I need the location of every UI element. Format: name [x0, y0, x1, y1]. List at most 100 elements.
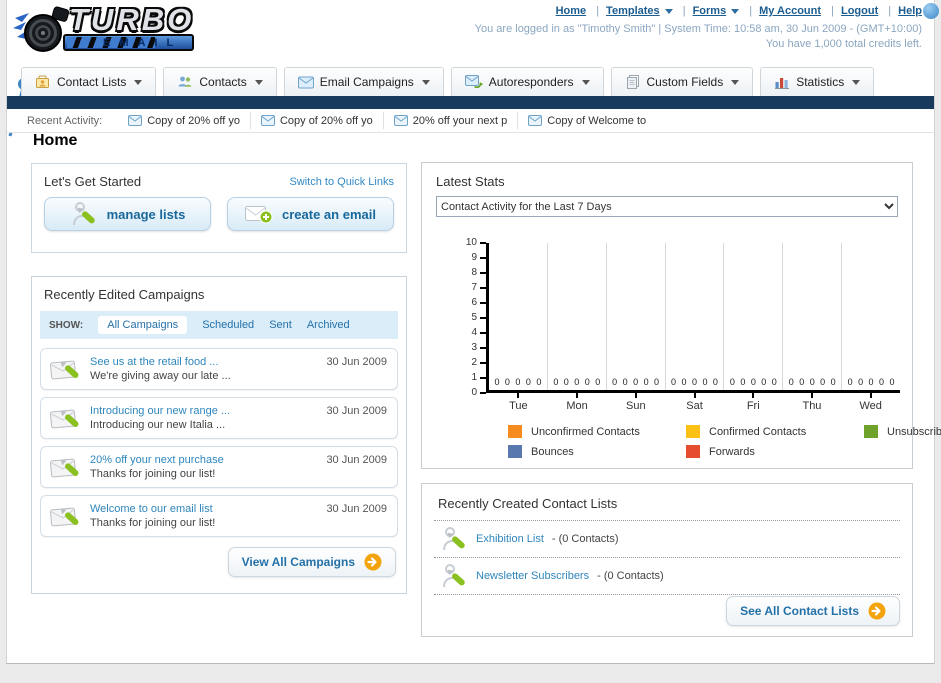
campaign-filter-tab[interactable]: Scheduled — [202, 319, 254, 331]
nav-tab[interactable]: Custom Fields — [610, 67, 754, 96]
y-axis: 10 9 8 7 6 5 4 3 2 1 0 — [460, 238, 487, 398]
chevron-down-icon — [731, 79, 740, 85]
legend-label: Forwards — [709, 445, 755, 458]
value-label: 0 — [750, 377, 756, 387]
arrow-circle-icon — [364, 553, 382, 571]
campaign-filter-tab[interactable]: Sent — [269, 319, 292, 331]
value-label: 0 — [654, 377, 660, 387]
show-label: SHOW: — [49, 319, 84, 331]
arrow-circle-icon — [868, 602, 886, 620]
header-link[interactable]: Templates — [589, 5, 673, 17]
contact-list-count: - (0 Contacts) — [551, 533, 619, 545]
contact-list-edit-icon — [440, 525, 468, 553]
value-label: 0 — [799, 377, 805, 387]
chart-group: 00000 — [842, 243, 900, 390]
value-label: 0 — [830, 377, 836, 387]
header-link[interactable]: My Account — [742, 5, 821, 17]
campaign-date: 30 Jun 2009 — [326, 405, 387, 417]
y-tick-label: 1 — [471, 372, 485, 383]
campaign-filter-bar: SHOW: All Campaigns Scheduled Sent Archi… — [40, 311, 398, 339]
y-tick-label: 7 — [471, 282, 485, 293]
help-bubble[interactable] — [923, 3, 939, 19]
y-tick-label: 5 — [471, 312, 485, 323]
value-label: 0 — [671, 377, 677, 387]
value-label: 0 — [595, 377, 601, 387]
chart-group: 00000 — [724, 243, 784, 390]
get-started-title: Let's Get Started — [44, 174, 142, 189]
contact-list-row[interactable]: Newsletter Subscribers - (0 Contacts) — [434, 558, 900, 595]
value-label: 0 — [681, 377, 687, 387]
campaign-filter-tab[interactable]: Archived — [307, 319, 350, 331]
view-all-campaigns-button[interactable]: View All Campaigns — [227, 547, 396, 577]
header-link[interactable]: Help — [881, 5, 922, 17]
value-label: 0 — [740, 377, 746, 387]
chart-group: 00000 — [489, 243, 548, 390]
manage-lists-button[interactable]: manage lists — [44, 197, 211, 231]
nav-tab[interactable]: Autoresponders — [450, 67, 604, 96]
campaign-row[interactable]: Introducing our new range ... Introducin… — [40, 397, 398, 439]
header-link[interactable]: Logout — [824, 5, 878, 17]
contact-list-row[interactable]: Exhibition List - (0 Contacts) — [434, 521, 900, 558]
stats-period-select[interactable]: Contact Activity for the Last 7 Days — [436, 196, 898, 217]
create-email-icon — [245, 204, 273, 224]
recent-activity-item[interactable]: Copy of 20% off yo — [249, 112, 383, 129]
value-label: 0 — [788, 377, 794, 387]
custom-fields-icon — [625, 74, 641, 90]
x-tick-label: Fri — [746, 400, 760, 412]
nav-tab[interactable]: Email Campaigns — [283, 67, 444, 96]
see-all-contact-lists-button[interactable]: See All Contact Lists — [726, 596, 900, 626]
campaign-row[interactable]: See us at the retail food ... We're givi… — [40, 348, 398, 390]
y-tick-label: 8 — [471, 267, 485, 278]
legend-label: Bounces — [531, 445, 574, 458]
campaign-edit-icon — [49, 501, 85, 531]
campaign-title-link[interactable]: Introducing our new range ... — [90, 404, 230, 418]
campaign-title-link[interactable]: 20% off your next purchase — [90, 453, 224, 467]
y-tick-label: 0 — [471, 387, 485, 398]
campaign-filter-tab[interactable]: All Campaigns — [98, 316, 188, 334]
turbo-email-logo[interactable]: TURBO EMAIL — [13, 2, 195, 56]
chevron-down-icon — [731, 9, 740, 14]
legend-label: Confirmed Contacts — [709, 425, 807, 438]
campaign-subtitle: Thanks for joining our list! — [90, 517, 216, 529]
manage-lists-icon — [70, 200, 98, 228]
recent-activity-item[interactable]: Copy of Welcome to — [517, 112, 656, 129]
campaign-date: 30 Jun 2009 — [326, 454, 387, 466]
x-tick-label: Mon — [566, 400, 588, 412]
x-tick-label: Sat — [686, 400, 703, 412]
nav-tab[interactable]: Contacts — [163, 67, 277, 96]
legend-swatch — [508, 445, 522, 458]
recent-activity-item[interactable]: 20% off your next p — [382, 112, 518, 129]
create-email-button[interactable]: create an email — [227, 197, 394, 231]
legend-item: Unconfirmed Contacts — [508, 425, 686, 438]
nav-tab[interactable]: Contact Lists — [21, 67, 157, 96]
value-label: 0 — [847, 377, 853, 387]
nav-tab[interactable]: Statistics — [760, 67, 875, 96]
envelope-icon — [128, 115, 143, 126]
campaign-subtitle: Thanks for joining our list! — [90, 468, 216, 480]
recent-activity-item[interactable]: Copy of 20% off yo — [118, 112, 250, 128]
autoresponders-icon — [464, 75, 483, 89]
logo-wordmark: TURBO — [69, 2, 195, 37]
header-link[interactable]: Forms — [676, 5, 740, 17]
recently-created-contact-lists-panel: Recently Created Contact Lists Exhibitio… — [421, 483, 913, 637]
value-label: 0 — [702, 377, 708, 387]
campaign-row[interactable]: 20% off your next purchase Thanks for jo… — [40, 446, 398, 488]
campaign-title-link[interactable]: See us at the retail food ... — [90, 355, 231, 369]
y-tick-label: 6 — [471, 297, 485, 308]
chevron-down-icon — [134, 79, 143, 85]
recent-activity-bar: Recent Activity: Copy of 20% off yo Copy… — [7, 109, 934, 133]
value-label: 0 — [525, 377, 531, 387]
switch-to-quick-links-link[interactable]: Switch to Quick Links — [289, 176, 394, 188]
header-link[interactable]: Home — [556, 5, 587, 17]
campaign-subtitle: We're giving away our late ... — [90, 370, 231, 382]
y-tick-label: 10 — [465, 237, 487, 248]
plot-area: 00000000000000000000000000000000000 — [486, 243, 900, 393]
y-tick-label: 2 — [471, 357, 485, 368]
campaign-title-link[interactable]: Welcome to our email list — [90, 502, 215, 516]
contact-list-link[interactable]: Exhibition List — [476, 533, 544, 545]
contact-list-link[interactable]: Newsletter Subscribers — [476, 570, 589, 582]
campaign-edit-icon — [49, 354, 85, 384]
campaign-row[interactable]: Welcome to our email list Thanks for joi… — [40, 495, 398, 537]
value-label: 0 — [504, 377, 510, 387]
value-label: 0 — [761, 377, 767, 387]
